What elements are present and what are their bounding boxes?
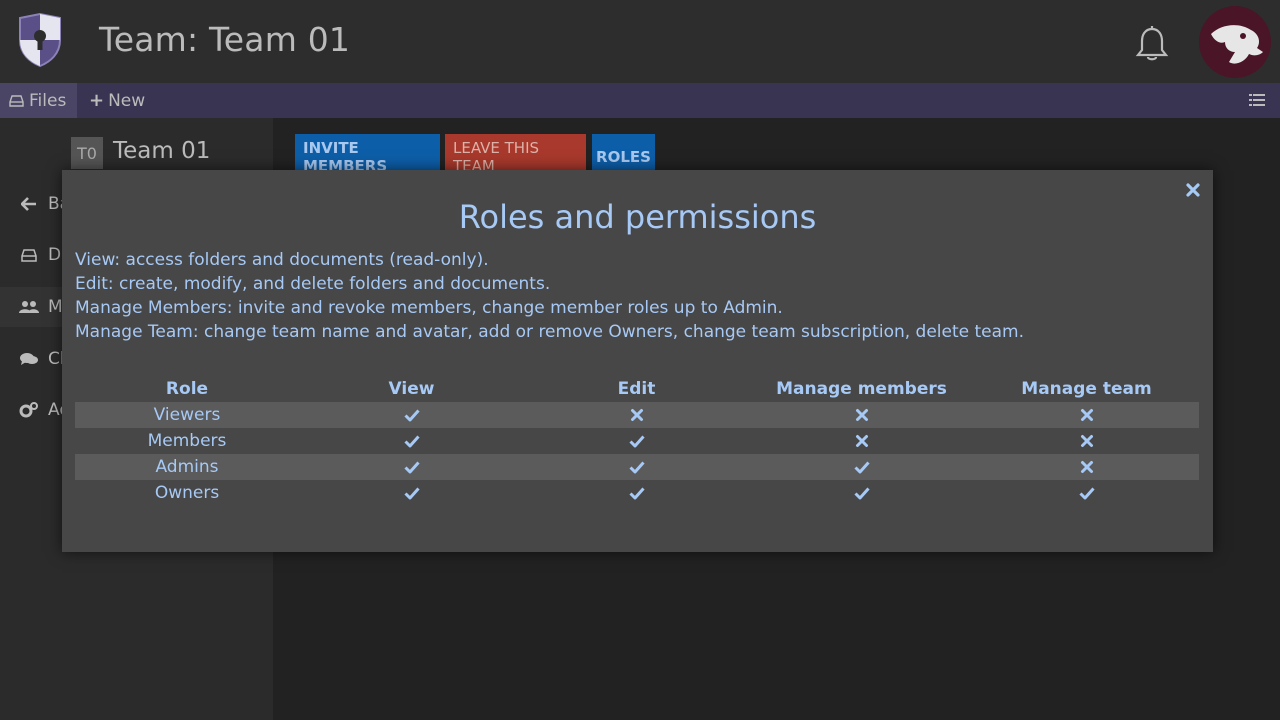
page-title: Team: Team 01	[99, 20, 351, 59]
column-header-role: Role	[165, 379, 209, 399]
gears-icon	[18, 402, 40, 418]
list-view-icon[interactable]	[1249, 93, 1265, 107]
close-icon[interactable]	[1185, 182, 1201, 198]
table-header-row: Role View Edit Manage members Manage tea…	[75, 376, 1199, 402]
description-line-edit: Edit: create, modify, and delete folders…	[75, 274, 551, 294]
shield-lock-logo-icon[interactable]	[16, 12, 64, 68]
table-row: Members	[75, 428, 1199, 454]
column-header-manage-members: Manage members	[776, 379, 947, 399]
top-bar: Team: Team 01	[0, 0, 1280, 83]
check-icon	[299, 454, 524, 480]
column-header-edit: Edit	[617, 379, 656, 399]
roles-button[interactable]: ROLES	[592, 134, 655, 174]
chat-icon	[18, 352, 40, 366]
drive-icon	[18, 248, 40, 262]
leave-team-button[interactable]: LEAVE THIS TEAM	[445, 134, 586, 175]
check-icon	[524, 428, 749, 454]
drive-icon	[9, 94, 24, 107]
check-icon	[524, 454, 749, 480]
invite-members-button[interactable]: INVITE MEMBERS	[295, 134, 440, 175]
check-icon	[299, 480, 524, 506]
table-row: Admins	[75, 454, 1199, 480]
cross-icon	[974, 402, 1199, 428]
cross-icon	[524, 402, 749, 428]
bell-icon[interactable]	[1132, 24, 1172, 64]
team-name: Team 01	[113, 138, 211, 164]
new-button[interactable]: + New	[89, 83, 145, 118]
description-line-manage-members: Manage Members: invite and revoke member…	[75, 298, 783, 318]
check-icon	[749, 454, 974, 480]
description-line-view: View: access folders and documents (read…	[75, 250, 489, 270]
users-icon	[18, 300, 40, 314]
table-row: Owners	[75, 480, 1199, 506]
user-avatar[interactable]	[1199, 6, 1271, 78]
app-toolbar: Files + New	[0, 83, 1280, 118]
cross-icon	[749, 402, 974, 428]
cross-icon	[974, 428, 1199, 454]
column-header-view: View	[388, 379, 435, 399]
sidebar-item-label: D	[48, 245, 62, 265]
check-icon	[299, 402, 524, 428]
column-header-manage-team: Manage team	[1021, 379, 1152, 399]
cross-icon	[749, 428, 974, 454]
cross-icon	[974, 454, 1199, 480]
files-label: Files	[29, 90, 67, 111]
permissions-description: View: access folders and documents (read…	[75, 248, 1024, 344]
modal-title: Roles and permissions	[458, 198, 817, 236]
table-row: Viewers	[75, 402, 1199, 428]
check-icon	[749, 480, 974, 506]
description-line-manage-team: Manage Team: change team name and avatar…	[75, 322, 1025, 342]
role-name: Viewers	[75, 402, 299, 428]
files-button[interactable]: Files	[0, 83, 77, 118]
check-icon	[974, 480, 1199, 506]
check-icon	[524, 480, 749, 506]
plus-icon: +	[89, 90, 105, 111]
roles-modal: Roles and permissions View: access folde…	[62, 170, 1213, 552]
avatar-image-icon	[1211, 25, 1263, 64]
check-icon	[299, 428, 524, 454]
new-label: New	[108, 90, 146, 111]
arrow-left-icon	[18, 197, 40, 211]
role-name: Members	[147, 431, 227, 451]
role-name: Owners	[154, 483, 220, 503]
sidebar-item-label: M	[48, 297, 63, 317]
role-name: Admins	[75, 454, 299, 480]
team-avatar-badge: T0	[71, 137, 103, 169]
permissions-table: Role View Edit Manage members Manage tea…	[75, 376, 1199, 506]
